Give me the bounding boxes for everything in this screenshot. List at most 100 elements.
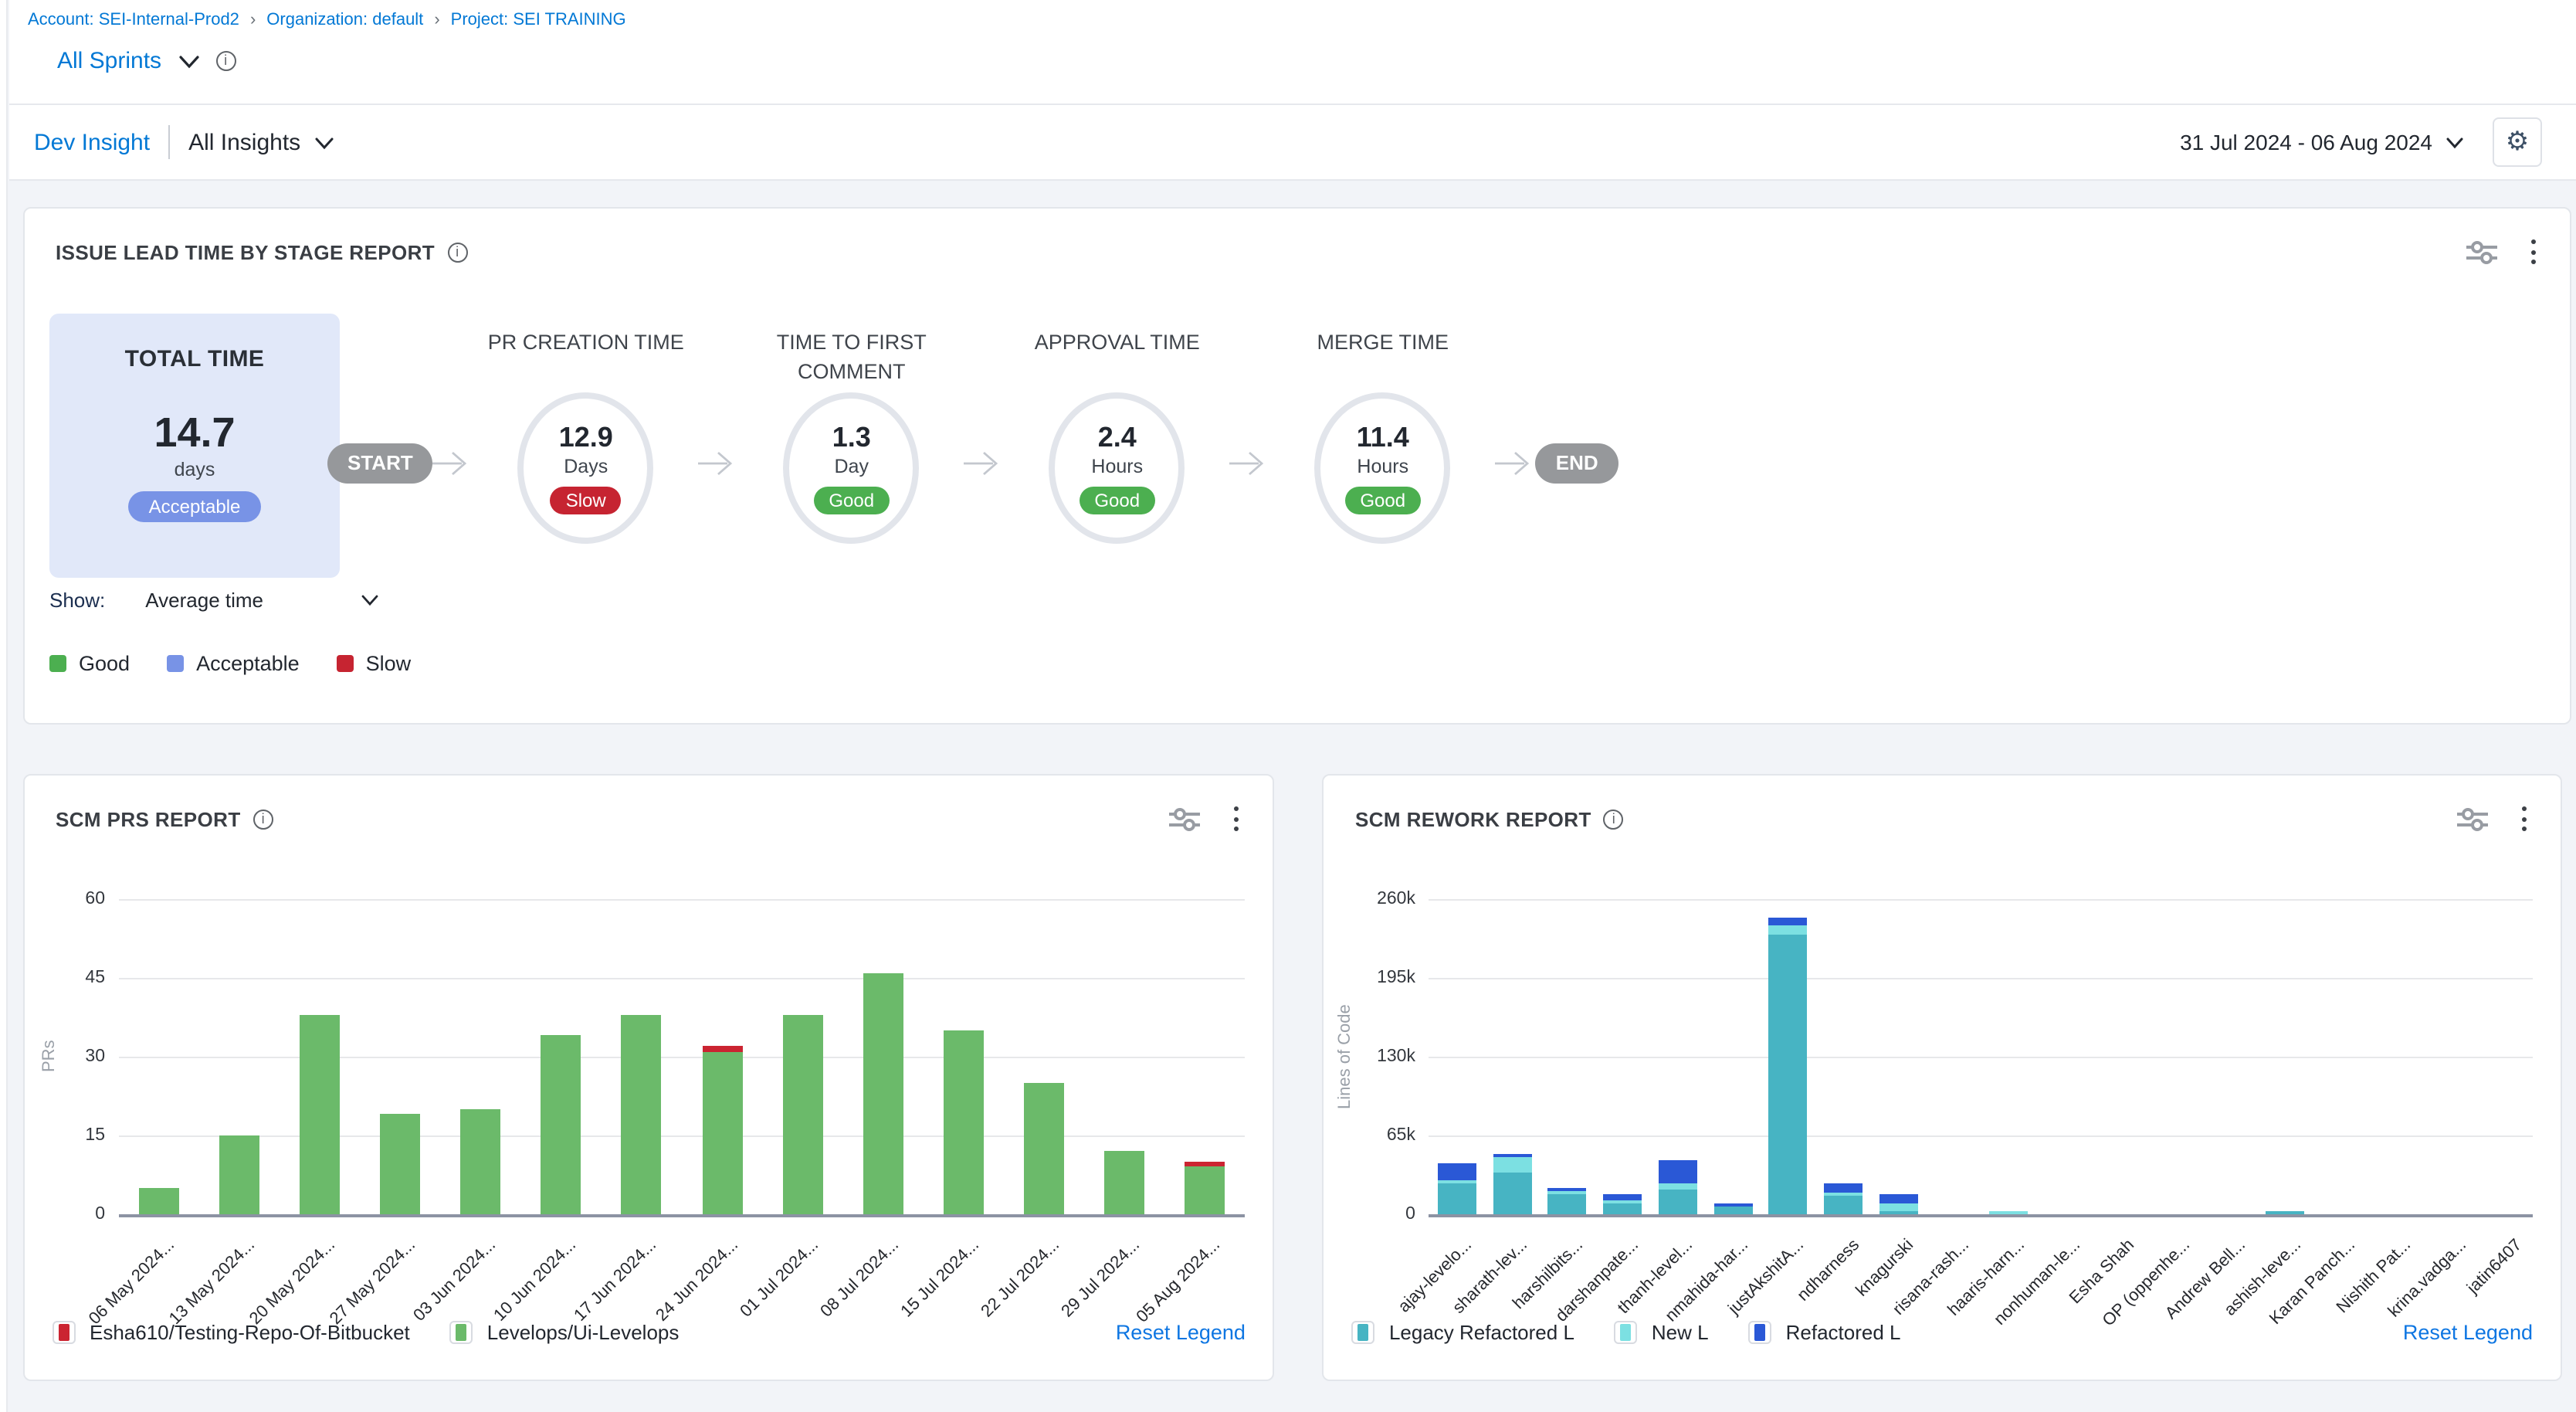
breadcrumb-project[interactable]: Project: SEI TRAINING bbox=[451, 11, 626, 29]
reset-legend-link[interactable]: Reset Legend bbox=[1116, 1321, 1246, 1344]
show-metric-dropdown[interactable]: Average time bbox=[145, 589, 380, 612]
bar-nmahida-har...[interactable] bbox=[1713, 1203, 1752, 1214]
bar-20 May 2024...[interactable] bbox=[300, 1015, 340, 1214]
breadcrumb-separator: › bbox=[250, 11, 256, 29]
info-icon[interactable]: i bbox=[447, 242, 467, 262]
date-range-label: 31 Jul 2024 - 06 Aug 2024 bbox=[2180, 130, 2432, 154]
bar-segment-Legacy Refactored L bbox=[1659, 1189, 1697, 1214]
settings-gear-button[interactable]: ⚙ bbox=[2493, 117, 2542, 167]
legend-item-Legacy Refactored L[interactable]: Legacy Refactored L bbox=[1352, 1321, 1574, 1344]
stage-unit: Hours bbox=[1091, 456, 1143, 477]
sprint-selector-label[interactable]: All Sprints bbox=[57, 48, 161, 74]
flow-arrow-icon bbox=[433, 450, 473, 477]
bar-05 Aug 2024...[interactable] bbox=[1185, 1162, 1225, 1214]
bar-segment-Refactored L bbox=[1769, 918, 1808, 926]
gear-icon: ⚙ bbox=[2506, 127, 2530, 158]
bar-sharath-lev...[interactable] bbox=[1493, 1154, 1531, 1214]
legend-label: Levelops/Ui-Levelops bbox=[487, 1321, 680, 1344]
legend-label: Legacy Refactored L bbox=[1389, 1321, 1574, 1344]
y-tick-label: 30 bbox=[85, 1047, 105, 1066]
divider bbox=[168, 125, 170, 159]
x-tick-label: 08 Jul 2024... bbox=[817, 1236, 902, 1321]
bar-segment-Levelops/Ui-Levelops bbox=[1185, 1167, 1225, 1214]
y-tick-label: 60 bbox=[85, 890, 105, 908]
y-tick-label: 15 bbox=[85, 1126, 105, 1145]
breadcrumb-account[interactable]: Account: SEI-Internal-Prod2 bbox=[28, 11, 239, 29]
stage-unit: Days bbox=[564, 456, 608, 477]
bar-27 May 2024...[interactable] bbox=[381, 1115, 421, 1214]
breadcrumb-organization[interactable]: Organization: default bbox=[266, 11, 423, 29]
bar-segment-New L bbox=[1769, 926, 1808, 935]
bar-segment-Levelops/Ui-Levelops bbox=[622, 1015, 662, 1214]
dev-insight-link[interactable]: Dev Insight bbox=[34, 129, 150, 155]
stage-merge-time[interactable]: MERGE TIME 11.4 Hours Good bbox=[1270, 328, 1496, 544]
bar-segment-Levelops/Ui-Levelops bbox=[381, 1115, 421, 1214]
stage-time-to-first-comment[interactable]: TIME TO FIRST COMMENT 1.3 Day Good bbox=[739, 328, 964, 544]
sprint-selector[interactable]: All Sprints i bbox=[57, 48, 236, 74]
bar-06 May 2024...[interactable] bbox=[139, 1188, 179, 1214]
bar-03 Jun 2024...[interactable] bbox=[461, 1109, 501, 1214]
bar-segment-Levelops/Ui-Levelops bbox=[944, 1030, 984, 1214]
chevron-down-icon bbox=[360, 593, 380, 607]
total-time-label: TOTAL TIME bbox=[49, 346, 340, 372]
bar-01 Jul 2024...[interactable] bbox=[782, 1015, 822, 1214]
all-insights-dropdown[interactable]: All Insights bbox=[188, 129, 334, 155]
legend-item-Refactored L[interactable]: Refactored L bbox=[1749, 1321, 1901, 1344]
legend-swatch bbox=[167, 655, 184, 672]
bar-13 May 2024...[interactable] bbox=[219, 1135, 259, 1214]
stage-value: 11.4 bbox=[1357, 422, 1409, 454]
show-label: Show: bbox=[49, 589, 105, 612]
x-tick-label: 10 Jun 2024... bbox=[491, 1236, 581, 1325]
legend-swatch bbox=[1615, 1321, 1638, 1344]
stage-status-badge: Good bbox=[813, 487, 890, 514]
legend-swatch bbox=[450, 1321, 473, 1344]
scm-prs-report-card: SCM PRS REPORT i PRs 015304560 06 May 20… bbox=[23, 774, 1275, 1381]
total-time-tile: TOTAL TIME 14.7 days Acceptable bbox=[49, 314, 340, 578]
bar-17 Jun 2024...[interactable] bbox=[622, 1015, 662, 1214]
bar-segment-Levelops/Ui-Levelops bbox=[863, 972, 903, 1214]
date-range-picker[interactable]: 31 Jul 2024 - 06 Aug 2024 bbox=[2180, 130, 2465, 154]
insight-header: Dev Insight All Insights 31 Jul 2024 - 0… bbox=[9, 105, 2576, 181]
gridline bbox=[119, 978, 1246, 979]
stage-pr-creation-time[interactable]: PR CREATION TIME 12.9 Days Slow bbox=[473, 328, 699, 544]
x-tick-label: 13 May 2024... bbox=[166, 1236, 259, 1329]
bar-harshilbits...[interactable] bbox=[1548, 1188, 1587, 1214]
flow-arrow-icon bbox=[964, 450, 1005, 477]
prs-bar-chart: PRs 015304560 06 May 2024...13 May 2024.… bbox=[25, 776, 1273, 1380]
flow-start-pill: START bbox=[327, 443, 433, 484]
bar-knagurski[interactable] bbox=[1879, 1193, 1918, 1214]
filter-sliders-icon[interactable] bbox=[2466, 239, 2497, 265]
plot-area: 065k130k195k260k bbox=[1429, 899, 2533, 1214]
bar-ndharness[interactable] bbox=[1824, 1183, 1863, 1214]
legend-item-Esha610/Testing-Repo-Of-Bitbucket[interactable]: Esha610/Testing-Repo-Of-Bitbucket bbox=[53, 1321, 410, 1344]
x-tick-label: 17 Jun 2024... bbox=[571, 1236, 661, 1325]
bar-08 Jul 2024...[interactable] bbox=[863, 972, 903, 1214]
y-tick-label: 45 bbox=[85, 969, 105, 987]
bar-ajay-levelo...[interactable] bbox=[1438, 1164, 1476, 1214]
bar-justAkshitA...[interactable] bbox=[1769, 918, 1808, 1214]
gridline bbox=[1429, 899, 2533, 901]
bar-22 Jul 2024...[interactable] bbox=[1024, 1083, 1064, 1214]
stage-approval-time[interactable]: APPROVAL TIME 2.4 Hours Good bbox=[1005, 328, 1230, 544]
legend-label: Esha610/Testing-Repo-Of-Bitbucket bbox=[90, 1321, 410, 1344]
legend-item-Levelops/Ui-Levelops[interactable]: Levelops/Ui-Levelops bbox=[450, 1321, 680, 1344]
total-time-unit: days bbox=[49, 459, 340, 480]
gridline bbox=[119, 1057, 1246, 1058]
bar-29 Jul 2024...[interactable] bbox=[1104, 1151, 1144, 1214]
bar-10 Jun 2024...[interactable] bbox=[541, 1036, 581, 1214]
bar-15 Jul 2024...[interactable] bbox=[944, 1030, 984, 1214]
y-tick-label: 0 bbox=[95, 1205, 105, 1224]
y-tick-label: 0 bbox=[1405, 1205, 1415, 1224]
bar-darshanpate...[interactable] bbox=[1603, 1195, 1642, 1214]
info-icon[interactable]: i bbox=[215, 51, 236, 71]
kebab-menu-icon[interactable] bbox=[2528, 236, 2539, 267]
legend-swatch bbox=[53, 1321, 76, 1344]
bar-thanh-level...[interactable] bbox=[1659, 1159, 1697, 1214]
total-time-status-badge: Acceptable bbox=[129, 491, 261, 522]
chevron-down-icon[interactable] bbox=[177, 53, 200, 69]
bar-segment-Esha610/Testing-Repo-Of-Bitbucket bbox=[1185, 1162, 1225, 1167]
legend-item-New L[interactable]: New L bbox=[1615, 1321, 1709, 1344]
reset-legend-link[interactable]: Reset Legend bbox=[2403, 1321, 2533, 1344]
gridline bbox=[1429, 978, 2533, 979]
bar-24 Jun 2024...[interactable] bbox=[702, 1046, 742, 1214]
